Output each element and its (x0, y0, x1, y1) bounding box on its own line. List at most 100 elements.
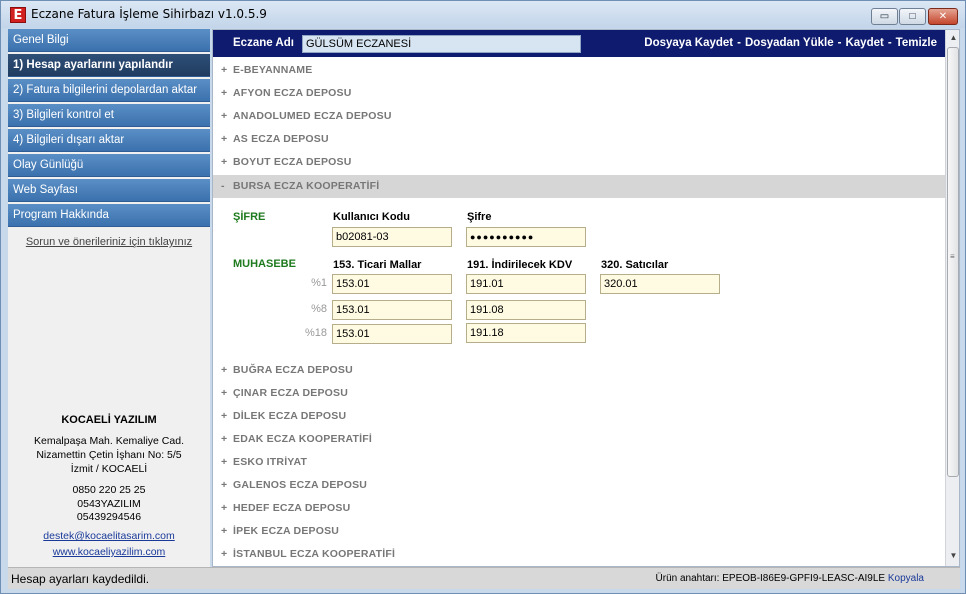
company-website-link[interactable]: www.kocaeliyazilim.com (8, 546, 210, 558)
company-address-line1: Kemalpaşa Mah. Kemaliye Cad. (34, 435, 184, 447)
product-key-value: EPEOB-I86E9-GPFI9-LEASC-AI9LE (722, 573, 886, 584)
depot-name: İPEK ECZA DEPOSU (233, 525, 340, 537)
close-button[interactable]: ✕ (928, 8, 958, 25)
status-message: Hesap ayarları kaydedildi. (11, 572, 150, 586)
expand-icon: + (221, 548, 228, 560)
company-phone3: 05439294546 (76, 511, 142, 523)
expand-icon: + (221, 502, 228, 514)
indirilecek-kdv-input[interactable]: 191.08 (466, 300, 586, 320)
link-separator: - (887, 37, 892, 49)
ticari-mallar-label: 153. Ticari Mallar (333, 259, 422, 271)
kullanici-kodu-input[interactable]: b02081-03 (332, 227, 452, 247)
depot-name: AS ECZA DEPOSU (233, 133, 329, 145)
ticari-mallar-input[interactable]: 153.01 (332, 274, 452, 294)
depot-row-expanded[interactable]: - BURSA ECZA KOOPERATİFİ (213, 175, 945, 198)
eczane-adi-label: Eczane Adı (233, 37, 294, 49)
sidebar-item-web-sayfasi[interactable]: Web Sayfası (8, 179, 210, 202)
depot-name: İSTANBUL ECZA KOOPERATİFİ (233, 548, 396, 560)
ticari-mallar-input[interactable]: 153.01 (332, 300, 452, 320)
depot-name: DİLEK ECZA DEPOSU (233, 410, 347, 422)
expand-icon: + (221, 456, 228, 468)
expand-icon: + (221, 156, 228, 168)
depot-row[interactable]: + BUĞRA ECZA DEPOSU (213, 359, 945, 382)
indirilecek-kdv-input[interactable]: 191.01 (466, 274, 586, 294)
app-window: E Eczane Fatura İşleme Sihirbazı v1.0.5.… (0, 0, 966, 594)
top-toolbar: Eczane Adı GÜLSÜM ECZANESİ Dosyaya Kayde… (213, 30, 945, 57)
kdv-rate-label: %8 (311, 303, 327, 315)
depot-row[interactable]: + ANADOLUMED ECZA DEPOSU (213, 105, 945, 128)
depot-name: BUĞRA ECZA DEPOSU (233, 364, 353, 376)
sidebar: Genel Bilgi 1) Hesap ayarlarını yapıland… (8, 29, 210, 567)
saticilar-input[interactable]: 320.01 (600, 274, 720, 294)
muhasebe-section-title: MUHASEBE (233, 258, 296, 270)
sifre-input[interactable]: ●●●●●●●●●● (466, 227, 586, 247)
expand-icon: + (221, 133, 228, 145)
scroll-down-arrow-icon[interactable]: ▼ (948, 551, 959, 562)
product-key-label: Ürün anahtarı: (655, 573, 720, 584)
grip-icon: ≡ (950, 252, 955, 261)
depot-name: ANADOLUMED ECZA DEPOSU (233, 110, 392, 122)
depot-row[interactable]: + BOYUT ECZA DEPOSU (213, 151, 945, 174)
depot-row[interactable]: + ESKO ITRİYAT (213, 451, 945, 474)
kdv-rate-label: %18 (304, 327, 327, 339)
scroll-thumb[interactable]: ≡ (947, 47, 959, 477)
company-phone1: 0850 220 25 25 (72, 484, 146, 496)
maximize-button[interactable]: □ (899, 8, 926, 25)
depot-name: EDAK ECZA KOOPERATİFİ (233, 433, 372, 445)
depot-row[interactable]: + ÇINAR ECZA DEPOSU (213, 382, 945, 405)
indirilecek-kdv-label: 191. İndirilecek KDV (467, 259, 573, 271)
depot-row[interactable]: + AS ECZA DEPOSU (213, 128, 945, 151)
main-panel: Eczane Adı GÜLSÜM ECZANESİ Dosyaya Kayde… (212, 29, 960, 567)
vertical-scrollbar[interactable]: ▲ ≡ ▼ (945, 30, 959, 566)
depot-row[interactable]: + HEDEF ECZA DEPOSU (213, 497, 945, 520)
company-email-link[interactable]: destek@kocaelitasarim.com (8, 530, 210, 542)
sidebar-item-disari-aktar[interactable]: 4) Bilgileri dışarı aktar (8, 129, 210, 152)
sidebar-item-hesap-ayarlari[interactable]: 1) Hesap ayarlarını yapılandır (8, 54, 210, 77)
depot-name: BURSA ECZA KOOPERATİFİ (233, 180, 380, 192)
depot-row[interactable]: + EDAK ECZA KOOPERATİFİ (213, 428, 945, 451)
depot-name: E-BEYANNAME (233, 64, 313, 76)
dosyadan-yukle-link[interactable]: Dosyadan Yükle (745, 37, 834, 49)
depot-row[interactable]: + İSTANBUL ECZA KOOPERATİFİ (213, 543, 945, 566)
dosyaya-kaydet-link[interactable]: Dosyaya Kaydet (644, 37, 733, 49)
minimize-button[interactable]: ▭ (871, 8, 898, 25)
ticari-mallar-input[interactable]: 153.01 (332, 324, 452, 344)
company-name: KOCAELİ YAZILIM (61, 414, 157, 426)
app-logo-icon: E (10, 7, 26, 23)
sidebar-item-kontrol[interactable]: 3) Bilgileri kontrol et (8, 104, 210, 127)
status-bar: Hesap ayarları kaydedildi. Ürün anahtarı… (8, 567, 960, 589)
sidebar-item-fatura-aktar[interactable]: 2) Fatura bilgilerini depolardan aktar (8, 79, 210, 102)
scroll-up-arrow-icon[interactable]: ▲ (948, 33, 959, 44)
depot-row[interactable]: + GALENOS ECZA DEPOSU (213, 474, 945, 497)
product-key-area: Ürün anahtarı: EPEOB-I86E9-GPFI9-LEASC-A… (656, 573, 924, 584)
company-phone2: 0543YAZILIM (77, 498, 141, 510)
company-address-line3: İzmit / KOCAELİ (70, 463, 148, 475)
depot-settings-panel: ŞİFRE Kullanıcı Kodu b02081-03 Şifre ●●●… (213, 200, 945, 360)
sidebar-item-olay-gunlugu[interactable]: Olay Günlüğü (8, 154, 210, 177)
depot-row[interactable]: + AFYON ECZA DEPOSU (213, 82, 945, 105)
link-separator: - (737, 37, 741, 49)
window-title: Eczane Fatura İşleme Sihirbazı v1.0.5.9 (31, 7, 267, 21)
feedback-link[interactable]: Sorun ve önerileriniz için tıklayınız (8, 236, 210, 248)
link-separator: - (837, 37, 842, 49)
depot-name: ÇINAR ECZA DEPOSU (233, 387, 349, 399)
copy-key-link[interactable]: Kopyala (888, 573, 924, 584)
kullanici-kodu-label: Kullanıcı Kodu (333, 211, 410, 223)
depot-row[interactable]: + E-BEYANNAME (213, 59, 945, 82)
expand-icon: + (221, 433, 228, 445)
company-address-line2: Nizamettin Çetin İşhanı No: 5/5 (36, 449, 182, 461)
saticilar-label: 320. Satıcılar (601, 259, 669, 271)
collapse-icon: - (221, 180, 225, 192)
expand-icon: + (221, 64, 228, 76)
depot-row[interactable]: + DİLEK ECZA DEPOSU (213, 405, 945, 428)
temizle-link[interactable]: Temizle (896, 37, 937, 49)
sidebar-item-program-hakkinda[interactable]: Program Hakkında (8, 204, 210, 227)
sifre-label: Şifre (467, 211, 492, 223)
eczane-adi-input[interactable]: GÜLSÜM ECZANESİ (302, 35, 581, 53)
title-bar[interactable]: E Eczane Fatura İşleme Sihirbazı v1.0.5.… (1, 1, 965, 28)
kaydet-link[interactable]: Kaydet (845, 37, 883, 49)
sidebar-item-genel-bilgi[interactable]: Genel Bilgi (8, 29, 210, 52)
indirilecek-kdv-input[interactable]: 191.18 (466, 323, 586, 343)
expand-icon: + (221, 479, 228, 491)
depot-row[interactable]: + İPEK ECZA DEPOSU (213, 520, 945, 543)
